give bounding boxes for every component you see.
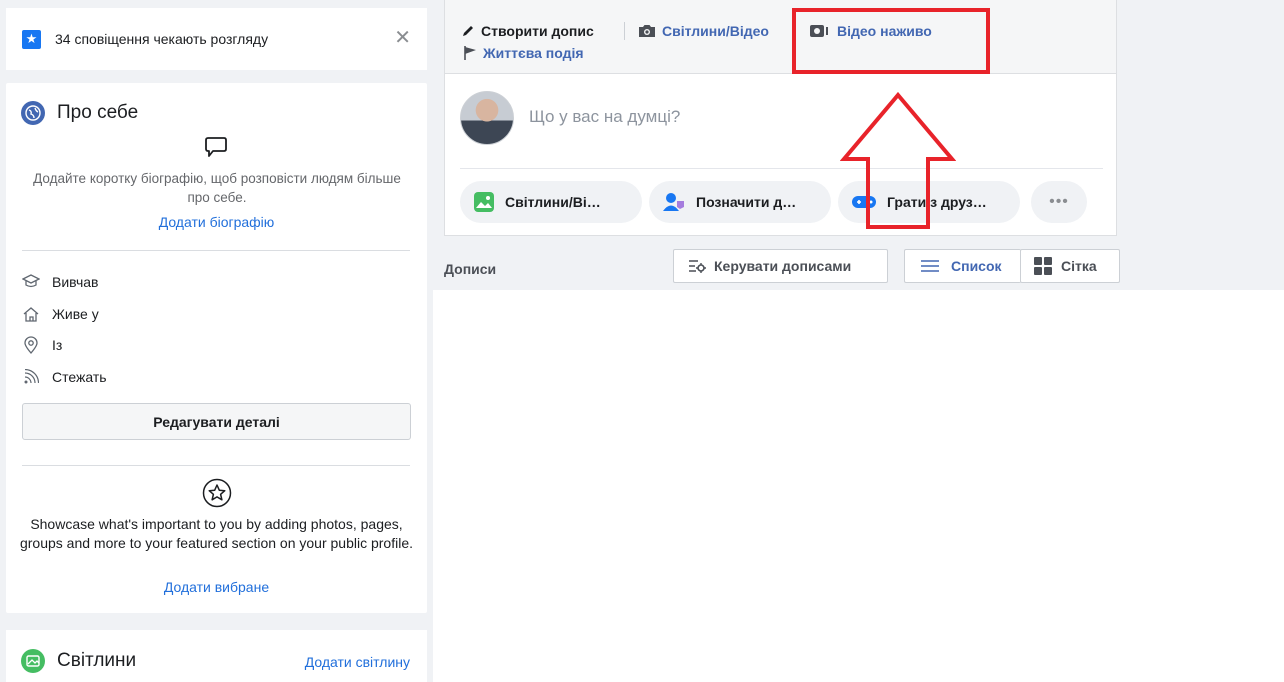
photos-title: Світлини xyxy=(57,650,137,671)
detail-label: Вивчав xyxy=(52,274,99,290)
detail-label: Живе у xyxy=(52,306,99,322)
manage-posts-button[interactable]: Керувати дописами xyxy=(673,249,888,283)
detail-from: Із xyxy=(22,336,62,354)
photo-video-button[interactable]: Світлини/Ві… xyxy=(460,181,642,223)
photo-icon xyxy=(473,191,495,213)
tag-friends-button[interactable]: Позначити д… xyxy=(649,181,831,223)
tab-create-post-label: Створити допис xyxy=(481,23,594,39)
location-pin-icon xyxy=(22,336,40,354)
close-icon[interactable]: ✕ xyxy=(394,28,411,48)
about-title: Про себе xyxy=(57,102,139,123)
grid-view-label: Сітка xyxy=(1061,258,1097,274)
photos-card: Світлини Додати світлину xyxy=(6,630,427,682)
post-composer: Створити допис Світлини/Відео Відео нажи… xyxy=(444,0,1117,236)
add-featured-link[interactable]: Додати вибране xyxy=(164,579,269,595)
more-options-button[interactable]: ••• xyxy=(1031,181,1087,223)
manage-posts-label: Керувати дописами xyxy=(714,258,852,274)
about-card: Про себе Додайте коротку біографію, щоб … xyxy=(6,83,427,613)
grid-icon xyxy=(1033,256,1053,276)
tab-life-event-label: Життєва подія xyxy=(483,45,584,61)
up-arrow-annotation xyxy=(839,91,957,237)
camera-icon xyxy=(638,24,656,38)
detail-followers: Стежать xyxy=(22,368,107,386)
highlight-box xyxy=(792,8,990,74)
list-view-button[interactable]: Список xyxy=(904,249,1021,283)
tab-create-post[interactable]: Створити допис xyxy=(461,23,594,39)
edit-details-button[interactable]: Редагувати деталі xyxy=(22,403,411,440)
detail-lives-in: Живе у xyxy=(22,305,99,323)
divider xyxy=(460,168,1103,169)
tab-separator xyxy=(624,22,625,40)
list-icon xyxy=(921,259,939,273)
notification-text[interactable]: 34 сповіщення чекають розгляду xyxy=(55,31,268,47)
composer-tabs: Створити допис Світлини/Відео Відео нажи… xyxy=(445,0,1116,74)
tab-photo-video-label: Світлини/Відео xyxy=(662,23,769,39)
about-header: Про себе xyxy=(21,101,138,125)
detail-label: Із xyxy=(52,337,63,353)
divider xyxy=(22,250,410,251)
home-icon xyxy=(22,305,40,323)
photo-video-label: Світлини/Ві… xyxy=(505,194,601,210)
speech-bubble-icon xyxy=(205,136,227,165)
tab-photo-video[interactable]: Світлини/Відео xyxy=(638,23,769,39)
tab-life-event[interactable]: Життєва подія xyxy=(463,45,584,61)
add-photo-link[interactable]: Додати світлину xyxy=(305,654,410,670)
tag-friends-icon xyxy=(662,191,686,213)
star-outline-icon xyxy=(202,478,232,513)
manage-settings-icon xyxy=(688,259,706,273)
composer-input[interactable]: Що у вас на думці? xyxy=(529,107,680,127)
graduation-icon xyxy=(22,273,40,291)
flag-icon xyxy=(463,45,477,61)
list-view-label: Список xyxy=(951,258,1002,274)
posts-heading: Дописи xyxy=(444,261,497,277)
tag-friends-label: Позначити д… xyxy=(696,194,797,210)
bio-prompt: Додайте коротку біографію, щоб розповіст… xyxy=(33,171,401,205)
right-column-background xyxy=(1117,0,1284,290)
detail-studied: Вивчав xyxy=(22,273,98,291)
star-icon: ★ xyxy=(22,29,41,49)
pencil-icon xyxy=(461,24,475,38)
globe-icon xyxy=(21,101,45,125)
avatar[interactable] xyxy=(460,91,514,145)
rss-icon xyxy=(22,368,40,386)
grid-view-button[interactable]: Сітка xyxy=(1020,249,1120,283)
photos-icon xyxy=(21,649,45,673)
notification-bar[interactable]: ★ 34 сповіщення чекають розгляду ✕ xyxy=(6,8,427,70)
add-bio-link[interactable]: Додати біографію xyxy=(159,214,275,230)
featured-text: Showcase what's important to you by addi… xyxy=(19,516,413,551)
detail-label: Стежать xyxy=(52,369,107,385)
divider xyxy=(22,465,410,466)
